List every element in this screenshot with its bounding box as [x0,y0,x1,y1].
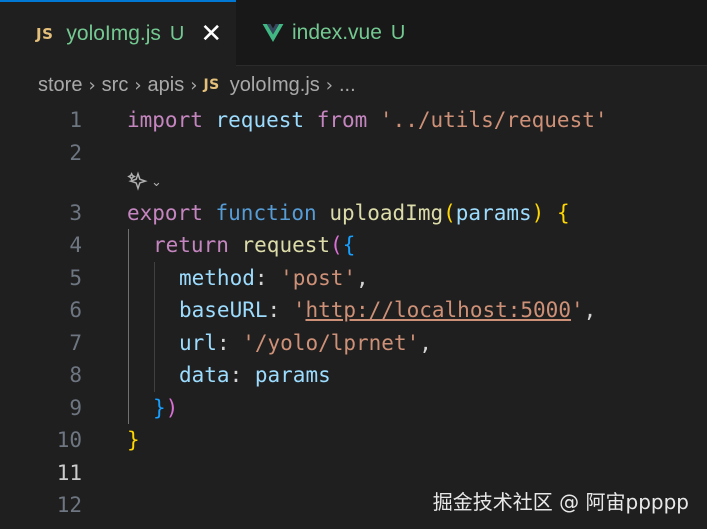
keyword-function: function [215,201,317,225]
parameter: params [455,201,532,225]
code-line-9: }) [153,392,178,424]
bracket: ) [531,201,545,225]
property-key: baseURL [179,298,268,322]
keyword-import: import [127,108,203,132]
javascript-file-icon: JS [36,25,54,43]
close-icon[interactable]: ✕ [200,21,222,47]
tab-yoloimg-js[interactable]: JS yoloImg.js U ✕ [0,0,236,66]
chevron-down-icon: ⌄ [151,174,162,190]
chevron-right-icon: › [134,74,142,96]
breadcrumb-item-file[interactable]: yoloImg.js [230,74,320,97]
line-number: 5 [69,266,82,290]
keyword-return: return [153,233,229,257]
code-line-1: import request from '../utils/request' [127,104,608,136]
line-number: 7 [69,331,82,355]
breadcrumb-item-src[interactable]: src [102,74,129,97]
bracket: } [153,396,166,420]
breadcrumb-item-store[interactable]: store [38,74,82,97]
identifier: request [215,108,305,132]
keyword-export: export [127,201,203,225]
bracket: { [342,233,356,257]
chevron-right-icon: › [88,74,96,96]
sparkle-icon [127,171,148,191]
tab-bar: JS yoloImg.js U ✕ index.vue U [0,0,707,66]
code-line-8: data: params [179,363,331,387]
javascript-file-icon: JS [203,77,220,93]
function-call: request [241,233,331,257]
watermark: 掘金技术社区 @ 阿宙ppppp [432,490,689,514]
line-number: 8 [69,363,82,387]
code-editor[interactable]: 1 2 3 4 5 6 7 8 9 10 11 12 ⌄ import requ… [0,103,707,529]
line-number: 4 [69,233,82,257]
line-number: 9 [69,396,82,420]
line-number: 2 [69,141,82,165]
bracket: } [127,428,140,452]
chevron-right-icon: › [325,74,333,96]
code-line-7: url: '/yolo/lprnet', [179,331,432,355]
code-line-3: export function uploadImg(params) { [127,197,570,229]
code-line-10: } [127,424,140,456]
tab-index-vue[interactable]: index.vue U [236,0,436,66]
chevron-right-icon: › [190,74,198,96]
code-line-4: return request({ [153,229,355,261]
bracket: ) [165,396,179,420]
line-number: 3 [69,201,82,225]
string-literal: '../utils/request' [379,108,608,132]
line-number: 10 [56,428,82,452]
untracked-status-badge: U [390,21,406,44]
property-key: data [179,363,230,387]
bracket: ( [330,233,343,257]
identifier: params [254,363,331,387]
line-number: 12 [56,493,82,517]
string-literal: 'post' [280,266,357,290]
code-line-6: baseURL: 'http://localhost:5000', [179,298,597,322]
function-name: uploadImg [329,201,444,225]
url-link[interactable]: http://localhost:5000 [305,298,571,322]
tab-label: yoloImg.js [66,22,161,45]
code-line-5: method: 'post', [179,266,369,290]
line-number-current: 11 [56,461,82,485]
line-number: 6 [69,298,82,322]
bracket: { [556,201,570,225]
untracked-status-badge: U [169,22,185,45]
vue-icon [262,24,284,42]
indent-guide [128,229,129,424]
keyword-from: from [316,108,368,132]
code-lens[interactable]: ⌄ [127,168,162,196]
property-key: url [179,331,217,355]
property-key: method [179,266,255,290]
breadcrumb: store › src › apis › JS yoloImg.js › ... [38,67,356,103]
breadcrumb-item-apis[interactable]: apis [148,74,185,97]
indent-guide [154,262,155,392]
string-literal: '/yolo/lprnet' [242,331,420,355]
line-number: 1 [69,108,82,132]
breadcrumb-symbols[interactable]: ... [339,74,356,97]
bracket: ( [443,201,456,225]
tab-label: index.vue [292,21,382,44]
